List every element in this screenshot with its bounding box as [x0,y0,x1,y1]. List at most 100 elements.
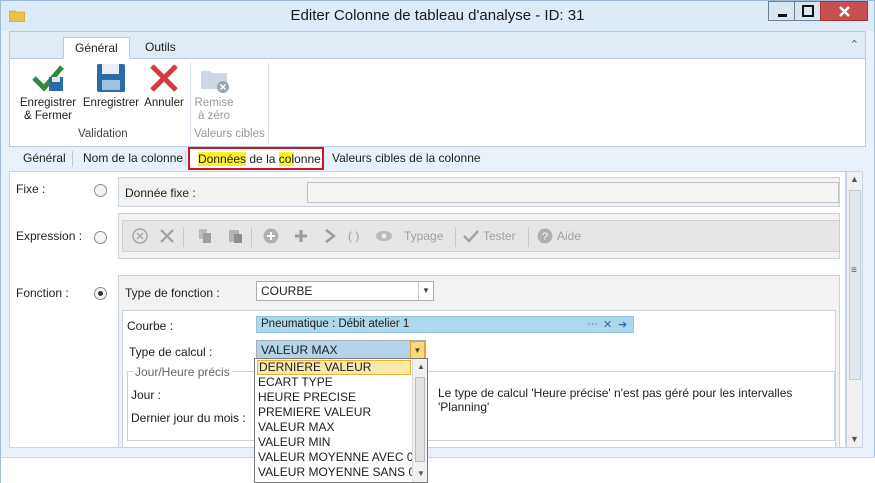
add-circle-icon[interactable] [263,228,279,244]
save-button[interactable]: Enregistrer [82,61,140,110]
toolbar-separator [251,227,252,247]
type-calcul-label: Type de calcul : [129,345,213,359]
delete-icon[interactable] [159,228,175,244]
expression-toolbar: ( ) Typage Tester ? Aide [122,220,840,252]
jour-label: Jour : [131,388,162,402]
tab-text: de la [246,152,279,166]
chevron-down-icon[interactable]: ▼ [418,282,433,300]
floppy-icon [97,64,125,92]
save-close-icon [32,65,64,92]
copy-icon[interactable] [197,228,213,244]
scroll-down-icon[interactable]: ▼ [850,434,859,444]
scroll-up-icon[interactable]: ▲ [850,174,859,184]
expression-radio[interactable] [94,231,107,244]
section-tab-name[interactable]: Nom de la colonne [83,151,183,165]
calcul-note: Le type de calcul 'Heure précise' n'est … [438,386,793,414]
clear-x-icon[interactable]: ✕ [603,318,612,331]
navigate-arrow-icon[interactable]: ➔ [618,318,627,331]
cancel-button[interactable]: Annuler [142,61,186,110]
chevron-down-icon[interactable]: ▼ [410,341,425,359]
scroll-up-icon[interactable]: ▲ [417,362,425,371]
fonction-radio[interactable] [94,287,107,300]
close-button[interactable] [820,1,868,21]
minimize-icon [778,14,787,17]
dropdown-option[interactable]: ECART TYPE [257,375,411,390]
dropdown-option[interactable]: HEURE PRECISE [257,390,411,405]
type-calcul-select[interactable]: VALEUR MAX ▼ [256,340,426,360]
maximize-button[interactable] [794,1,821,21]
grip-icon: ≡ [851,265,857,276]
tab-divider [72,151,73,167]
type-fonction-value: COURBE [261,284,313,298]
courbe-label: Courbe : [127,319,174,333]
minimize-button[interactable] [768,1,795,21]
ribbon-tab-outils[interactable]: Outils [134,37,187,59]
expression-label: Expression : [16,229,83,243]
group-targets-label: Valeurs cibles [194,128,265,140]
toolbar-separator [528,227,529,247]
eye-icon[interactable] [375,228,393,244]
dernier-jour-label: Dernier jour du mois : [131,411,246,425]
clear-circle-icon[interactable] [132,228,148,244]
panel-scrollbar[interactable]: ▲ ≡ ▼ [846,171,863,448]
save-close-label: Enregistrer & Fermer [19,97,77,122]
fixe-label: Fixe : [16,182,46,196]
section-tabs: Général Nom de la colonne Données de la … [9,147,866,171]
checkmark-icon [463,230,479,243]
fixe-box: Donnée fixe : [118,177,840,207]
parentheses-button[interactable]: ( ) [348,229,359,243]
search-highlight: col [278,152,295,166]
save-close-button[interactable]: Enregistrer & Fermer [16,61,80,123]
group-validation-label: Validation [78,128,128,140]
dialog-window: Editer Colonne de tableau d'analyse - ID… [0,0,875,483]
aide-button[interactable]: Aide [557,229,581,243]
courbe-value: Pneumatique : Débit atelier 1 [261,318,410,330]
type-fonction-select[interactable]: COURBE ▼ [256,281,434,301]
typage-button[interactable]: Typage [404,229,443,243]
dropdown-option[interactable]: VALEUR MAX [257,420,411,435]
reset-button[interactable]: Remise à zéro [194,61,234,123]
donnee-fixe-input[interactable] [307,182,839,203]
dropdown-option[interactable]: PREMIERE VALEUR [257,405,411,420]
ellipsis-icon[interactable]: ··· [587,318,598,330]
toolbar-separator [183,227,184,247]
window-title: Editer Colonne de tableau d'analyse - ID… [290,7,585,24]
chevron-right-icon[interactable] [323,228,337,244]
section-tab-data[interactable]: Données de la colonne [188,147,324,170]
scrollbar-thumb[interactable] [415,377,425,462]
tab-text: onne [294,152,321,166]
jour-heure-group-label: Jour/Heure précis [133,365,232,379]
fixe-radio[interactable] [94,184,107,197]
cancel-x-icon [150,64,178,92]
group-separator [268,63,269,143]
ribbon-tab-general[interactable]: Général [63,37,130,59]
dropdown-option[interactable]: VALEUR MIN [257,435,411,450]
type-fonction-label: Type de fonction : [125,286,220,300]
svg-text:?: ? [542,231,548,243]
ribbon: Général Outils ⌃ Enregistrer & Fermer En… [9,31,866,147]
dropdown-option[interactable]: VALEUR MOYENNE SANS 0 [257,465,415,480]
paste-icon[interactable] [227,228,243,244]
collapse-ribbon-icon[interactable]: ⌃ [850,38,859,51]
status-area [1,457,875,483]
section-tab-general[interactable]: Général [23,151,66,165]
section-tab-targets[interactable]: Valeurs cibles de la colonne [332,151,481,165]
scrollbar-thumb[interactable] [849,190,861,380]
title-bar: Editer Colonne de tableau d'analyse - ID… [1,1,874,31]
group-separator [190,63,191,143]
courbe-field[interactable]: Pneumatique : Débit atelier 1 ··· ✕ ➔ [256,316,634,333]
folder-reset-icon [201,71,229,93]
cancel-label: Annuler [144,97,184,109]
ribbon-tabs: Général Outils ⌃ [10,32,865,59]
scroll-down-icon[interactable]: ▼ [417,469,425,478]
reset-label: Remise à zéro [194,97,234,122]
help-icon: ? [537,228,553,244]
search-highlight: Données [198,152,247,166]
donnee-fixe-label: Donnée fixe : [125,186,196,200]
dropdown-option[interactable]: VALEUR MOYENNE AVEC 0 [257,450,414,465]
dropdown-option[interactable]: DERNIERE VALEUR [257,360,411,375]
plus-icon[interactable] [293,228,309,244]
tester-button[interactable]: Tester [483,229,516,243]
dropdown-scrollbar[interactable]: ▲ ▼ [412,359,427,482]
toolbar-separator [455,227,456,247]
